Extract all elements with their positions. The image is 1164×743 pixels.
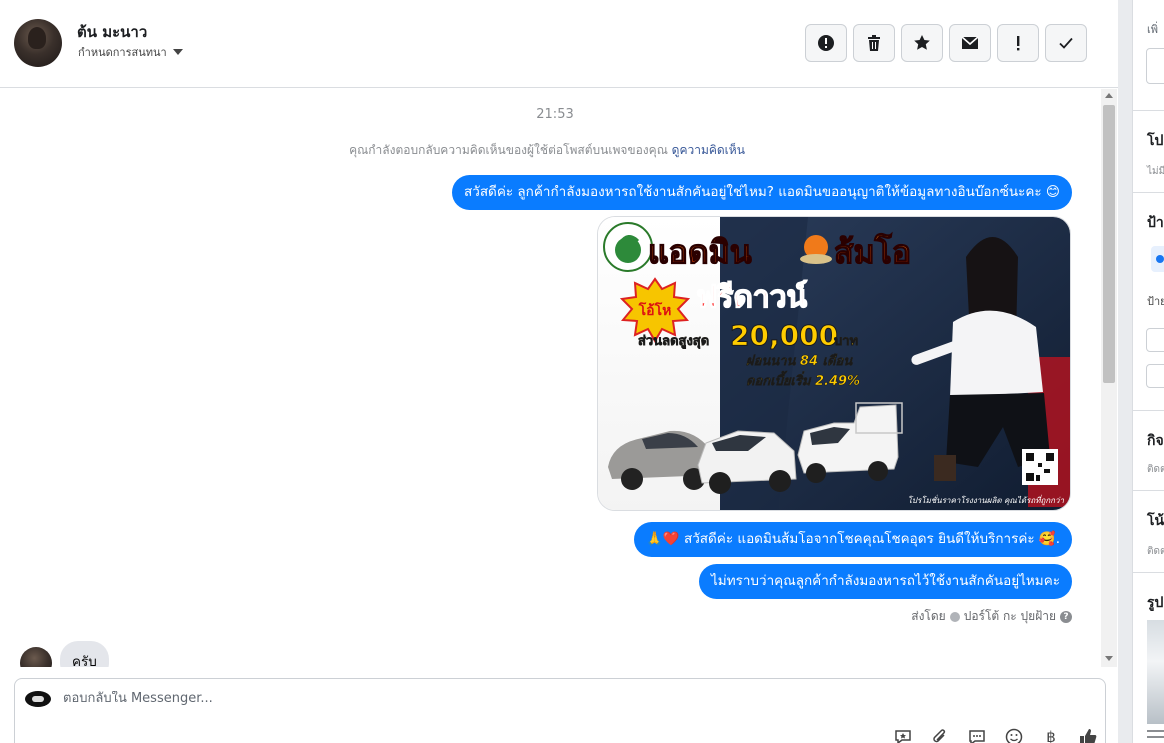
assign-conversation-dropdown[interactable]: กำหนดการสนทนา (78, 43, 183, 61)
envelope-icon (961, 36, 979, 49)
baht-icon[interactable]: ฿ (1041, 727, 1061, 743)
incoming-message[interactable]: ครับ (60, 641, 109, 667)
star-button[interactable] (901, 24, 943, 62)
exclamation-icon (1017, 36, 1020, 51)
contact-name[interactable]: ต้น มะนาว (77, 20, 147, 44)
rail-divider (1133, 192, 1164, 193)
rail-photo-thumbnail[interactable] (1147, 620, 1164, 724)
rail-activity-heading: กิจ (1147, 433, 1164, 449)
rail-photos-heading: รูป (1147, 595, 1164, 611)
verified-icon (949, 611, 960, 622)
rail-notes-sub: ติดต (1147, 546, 1164, 557)
inbox-conversation: ต้น มะนาว กำหนดการสนทนา 21:53 คุณกำลังตอ… (0, 0, 1164, 743)
assign-label: กำหนดการสนทนา (78, 46, 167, 59)
follow-up-button[interactable] (997, 24, 1039, 62)
mark-unread-button[interactable] (949, 24, 991, 62)
rail-checkbox[interactable] (1146, 364, 1164, 388)
outgoing-message[interactable]: 🙏❤️ สวัสดีค่ะ แอดมินส้มโอจากโชคคุณโชคอุด… (634, 522, 1072, 557)
scroll-up-arrow-icon[interactable] (1105, 93, 1113, 98)
promo-discount-label: ส่วนลดสูงสุด (638, 334, 709, 349)
promo-headline-left: แอดมิน (648, 233, 752, 271)
promo-installment: ผ่อนนาน 84 เดือน (746, 353, 853, 369)
promo-free-down: ฟรีดาวน์ (696, 280, 808, 315)
sent-by-name[interactable]: ปอร์โต้ กะ ปุยฝ้าย (964, 607, 1056, 626)
rail-add-input[interactable] (1146, 48, 1164, 84)
caret-down-icon (172, 49, 183, 55)
rail-labels-sub: ป้าย (1147, 295, 1164, 308)
mark-spam-button[interactable] (805, 24, 847, 62)
message-list[interactable]: 21:53 คุณกำลังตอบกลับความคิดเห็นของผู้ใช… (0, 89, 1118, 667)
promo-badge: โอ้โห (638, 301, 672, 319)
rail-checkbox[interactable] (1146, 328, 1164, 352)
scroll-thumb[interactable] (1103, 105, 1115, 383)
incoming-avatar[interactable] (20, 647, 52, 667)
rail-profile-heading: โป (1147, 133, 1164, 149)
rail-divider (1133, 572, 1164, 573)
sent-by-info: ส่งโดย ปอร์โต้ กะ ปุยฝ้าย ? (911, 607, 1072, 626)
promo-headline-right: ส้มโอ (834, 233, 911, 271)
check-icon (1059, 37, 1073, 49)
sent-by-label: ส่งโดย (911, 609, 946, 623)
message-scrollbar[interactable] (1101, 89, 1117, 667)
contact-avatar[interactable] (14, 19, 62, 67)
emoji-icon[interactable] (1004, 727, 1024, 743)
scroll-down-arrow-icon[interactable] (1105, 656, 1113, 661)
menu-lines-icon[interactable] (1147, 730, 1164, 738)
promo-discount-amount: 20,000 (730, 319, 838, 352)
mark-done-button[interactable] (1045, 24, 1087, 62)
rail-add-label: เพิ่ (1147, 23, 1159, 36)
conversation-header: ต้น มะนาว กำหนดการสนทนา (0, 0, 1118, 88)
promo-discount-unit: บาท (834, 334, 858, 349)
reply-input[interactable] (63, 691, 963, 706)
rail-divider (1133, 110, 1164, 111)
page-avatar (25, 691, 51, 707)
attachment-icon[interactable] (930, 727, 950, 743)
reply-composer: ฿ (14, 678, 1106, 743)
promo-image[interactable]: แอดมิน ส้มโอ โอ้โห ฟรีดาวน์ ส่วนลดสูงสุด… (597, 216, 1071, 511)
notice-text: คุณกำลังตอบกลับความคิดเห็นของผู้ใช้ต่อโพ… (349, 143, 668, 157)
trash-icon (868, 35, 880, 51)
rail-activity-sub: ติดต (1147, 464, 1164, 475)
like-icon[interactable] (1078, 727, 1098, 743)
rail-profile-sub: ไม่มี (1147, 166, 1164, 177)
promo-footer: โปรโมชั่นราคาโรงงานผลิต คุณได้รถที่ถูกกว… (908, 494, 1065, 506)
delete-button[interactable] (853, 24, 895, 62)
rail-labels-heading: ป้า (1147, 215, 1164, 231)
contact-details-rail: เพิ่ โป ไม่มี ป้า ป้าย กิจ ติดต โน้ ติดต… (1132, 0, 1164, 743)
promo-artwork: แอดมิน ส้มโอ โอ้โห ฟรีดาวน์ ส่วนลดสูงสุด… (598, 217, 1070, 510)
comment-reply-notice: คุณกำลังตอบกลับความคิดเห็นของผู้ใช้ต่อโพ… (0, 141, 1094, 160)
rail-notes-heading: โน้ (1147, 513, 1164, 529)
composer-toolbar: ฿ (893, 727, 1098, 743)
outgoing-message[interactable]: สวัสดีค่ะ ลูกค้ากำลังมองหารถใช้งานสักคัน… (452, 175, 1072, 210)
message-timestamp: 21:53 (536, 107, 574, 122)
saved-reply-icon[interactable] (893, 727, 913, 743)
view-comment-link[interactable]: ดูความคิดเห็น (672, 143, 745, 157)
chat-bubble-icon[interactable] (967, 727, 987, 743)
panel-gap (1118, 0, 1132, 743)
rail-divider (1133, 490, 1164, 491)
rail-tag-chip[interactable] (1151, 246, 1164, 272)
help-icon[interactable]: ? (1060, 610, 1072, 623)
star-icon (914, 35, 930, 50)
outgoing-message[interactable]: ไม่ทราบว่าคุณลูกค้ากำลังมองหารถไว้ใช้งาน… (699, 564, 1072, 599)
rail-divider (1133, 410, 1164, 411)
alert-circle-icon (818, 35, 834, 51)
